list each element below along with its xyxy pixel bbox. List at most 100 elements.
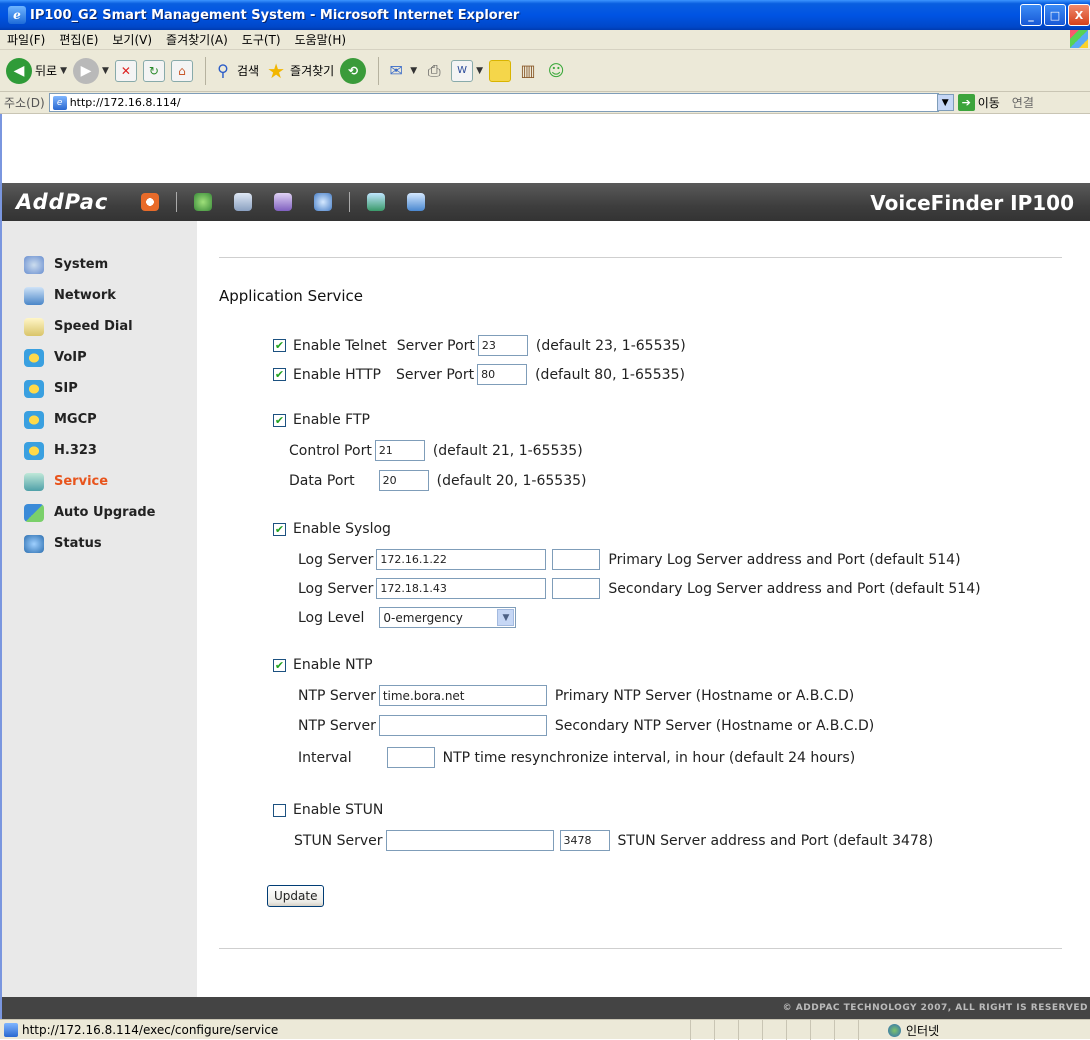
print-button[interactable]: ⎙ bbox=[423, 60, 445, 82]
search-label: 검색 bbox=[236, 64, 260, 78]
sidebar-item-system[interactable]: System bbox=[2, 249, 197, 280]
toolbar-separator bbox=[204, 56, 206, 85]
ftp-control-row: Control Port 21 (default 21, 1-65535) bbox=[289, 440, 583, 461]
minimize-button[interactable]: _ bbox=[1020, 4, 1042, 26]
sidebar-item-auto-upgrade[interactable]: Auto Upgrade bbox=[2, 497, 197, 528]
back-dropdown-icon[interactable]: ▼ bbox=[60, 66, 67, 76]
browser-toolbar: ◀ 뒤로 ▼ ▶ ▼ ✕ ↻ ⌂ ⚲ 검색 ★ 즐겨찾기 ⟲ ✉ ▼ ⎙ W ▼… bbox=[0, 50, 1090, 92]
menu-edit[interactable]: 편집(E) bbox=[52, 31, 105, 48]
speed-dial-icon bbox=[24, 317, 44, 336]
edit-button[interactable]: W ▼ bbox=[451, 59, 483, 82]
sidebar-item-mgcp[interactable]: MGCP bbox=[2, 404, 197, 435]
menu-help[interactable]: 도움말(H) bbox=[288, 31, 354, 48]
section-title: Application Service bbox=[219, 287, 364, 305]
copyright-footer: © ADDPAC TECHNOLOGY 2007, ALL RIGHT IS R… bbox=[2, 997, 1090, 1019]
status-url: http://172.16.8.114/exec/configure/servi… bbox=[22, 1022, 279, 1037]
window-controls: _ □ X bbox=[1020, 4, 1090, 26]
mail-button[interactable]: ✉ ▼ bbox=[385, 60, 418, 82]
sidebar-item-speed-dial[interactable]: Speed Dial bbox=[2, 311, 197, 342]
brand-logo[interactable]: AddPac bbox=[16, 190, 108, 214]
history-button[interactable]: ⟲ bbox=[340, 57, 367, 84]
address-input[interactable]: e http://172.16.8.114/ bbox=[48, 93, 939, 112]
telnet-checkbox[interactable]: ✔ bbox=[273, 339, 286, 352]
books-icon: ▥ bbox=[520, 61, 536, 80]
stun-server-input[interactable] bbox=[385, 830, 554, 851]
menu-tools[interactable]: 도구(T) bbox=[235, 31, 288, 48]
sidebar-item-sip[interactable]: SIP bbox=[2, 373, 197, 404]
messenger-button[interactable]: ☺ bbox=[545, 60, 567, 82]
log-server2-port-input[interactable] bbox=[552, 578, 601, 599]
info-nav-icon[interactable] bbox=[314, 193, 333, 211]
status-pane bbox=[738, 1020, 762, 1040]
transfer-nav-icon[interactable] bbox=[367, 193, 386, 211]
address-dropdown-icon[interactable]: ▼ bbox=[936, 94, 954, 111]
log-level-select[interactable]: 0-emergency ▼ bbox=[379, 607, 517, 628]
menu-favorites[interactable]: 즐겨찾기(A) bbox=[159, 31, 235, 48]
ntp-interval-input[interactable] bbox=[386, 747, 435, 768]
home-button[interactable]: ⌂ bbox=[170, 59, 193, 82]
ftp-data-label: Data Port bbox=[289, 472, 355, 489]
favorites-button[interactable]: ★ 즐겨찾기 bbox=[265, 59, 334, 83]
ntp-server1-input[interactable]: time.bora.net bbox=[378, 685, 547, 706]
log-level-value: 0-emergency bbox=[383, 610, 463, 625]
back-button[interactable]: ◀ 뒤로 ▼ bbox=[6, 57, 67, 84]
main-content: Application Service ✔ Enable Telnet Serv… bbox=[197, 221, 1090, 997]
stun-port-input[interactable]: 3478 bbox=[559, 830, 610, 851]
http-checkbox[interactable]: ✔ bbox=[273, 368, 286, 381]
sidebar-item-h323[interactable]: H.323 bbox=[2, 435, 197, 466]
ntp-server2-input[interactable] bbox=[378, 715, 547, 736]
telnet-port-input[interactable]: 23 bbox=[477, 335, 528, 356]
page-icon: e bbox=[52, 95, 67, 110]
mail-dropdown-icon[interactable]: ▼ bbox=[410, 66, 417, 76]
sidebar-item-voip[interactable]: VoIP bbox=[2, 342, 197, 373]
ntp-row: ✔ Enable NTP bbox=[273, 657, 373, 673]
window-title-bar[interactable]: e IP100_G2 Smart Management System - Mic… bbox=[0, 0, 1090, 30]
telnet-row: ✔ Enable Telnet Server Port 23 (default … bbox=[273, 335, 686, 356]
edit-nav-icon[interactable] bbox=[274, 193, 293, 211]
search-button[interactable]: ⚲ 검색 bbox=[212, 60, 259, 82]
research-button[interactable]: ▥ bbox=[517, 60, 539, 82]
ftp-checkbox[interactable]: ✔ bbox=[273, 413, 286, 427]
syslog-checkbox[interactable]: ✔ bbox=[273, 522, 286, 536]
log-server1-port-input[interactable] bbox=[552, 549, 601, 570]
menu-file[interactable]: 파일(F) bbox=[0, 31, 52, 48]
sidebar-item-status[interactable]: Status bbox=[2, 528, 197, 559]
refresh-nav-icon[interactable] bbox=[194, 193, 213, 211]
toolbar-separator bbox=[378, 56, 380, 85]
sidebar-item-service[interactable]: Service bbox=[2, 466, 197, 497]
go-button[interactable]: ➔ 이동 bbox=[957, 94, 1000, 111]
chevron-down-icon[interactable]: ▼ bbox=[497, 609, 515, 626]
ftp-data-port-input[interactable]: 20 bbox=[378, 470, 429, 491]
links-button[interactable]: 연결 bbox=[1012, 94, 1034, 111]
sidebar-item-label: SIP bbox=[54, 381, 78, 396]
stun-checkbox[interactable] bbox=[273, 803, 286, 817]
globe-icon bbox=[888, 1024, 901, 1037]
forward-button[interactable]: ▶ ▼ bbox=[73, 57, 109, 84]
top-divider bbox=[219, 257, 1062, 258]
syslog-server2-row: Log Server 172.18.1.43 Secondary Log Ser… bbox=[298, 578, 981, 599]
save-nav-icon[interactable] bbox=[234, 193, 253, 211]
discuss-button[interactable] bbox=[489, 59, 512, 82]
home-nav-icon[interactable] bbox=[141, 193, 160, 211]
ntp-checkbox[interactable]: ✔ bbox=[273, 658, 286, 672]
update-row: Update bbox=[267, 885, 325, 907]
update-button[interactable]: Update bbox=[267, 885, 325, 907]
sidebar-item-label: Status bbox=[54, 536, 102, 551]
sidebar-item-network[interactable]: Network bbox=[2, 280, 197, 311]
http-port-input[interactable]: 80 bbox=[477, 364, 528, 385]
refresh-button[interactable]: ↻ bbox=[142, 59, 165, 82]
log-server1-hint: Primary Log Server address and Port (def… bbox=[608, 551, 961, 568]
log-server1-input[interactable]: 172.16.1.22 bbox=[376, 549, 547, 570]
back-arrow-icon: ◀ bbox=[6, 57, 32, 84]
log-server2-input[interactable]: 172.18.1.43 bbox=[376, 578, 547, 599]
ntp-interval-label: Interval bbox=[298, 749, 352, 766]
logout-nav-icon[interactable] bbox=[407, 193, 426, 211]
forward-dropdown-icon[interactable]: ▼ bbox=[102, 66, 109, 76]
stop-button[interactable]: ✕ bbox=[114, 59, 137, 82]
maximize-button[interactable]: □ bbox=[1044, 4, 1066, 26]
menu-view[interactable]: 보기(V) bbox=[105, 31, 159, 48]
go-arrow-icon: ➔ bbox=[957, 94, 975, 111]
edit-dropdown-icon[interactable]: ▼ bbox=[476, 66, 483, 76]
close-button[interactable]: X bbox=[1068, 4, 1090, 26]
ftp-control-port-input[interactable]: 21 bbox=[374, 440, 425, 461]
